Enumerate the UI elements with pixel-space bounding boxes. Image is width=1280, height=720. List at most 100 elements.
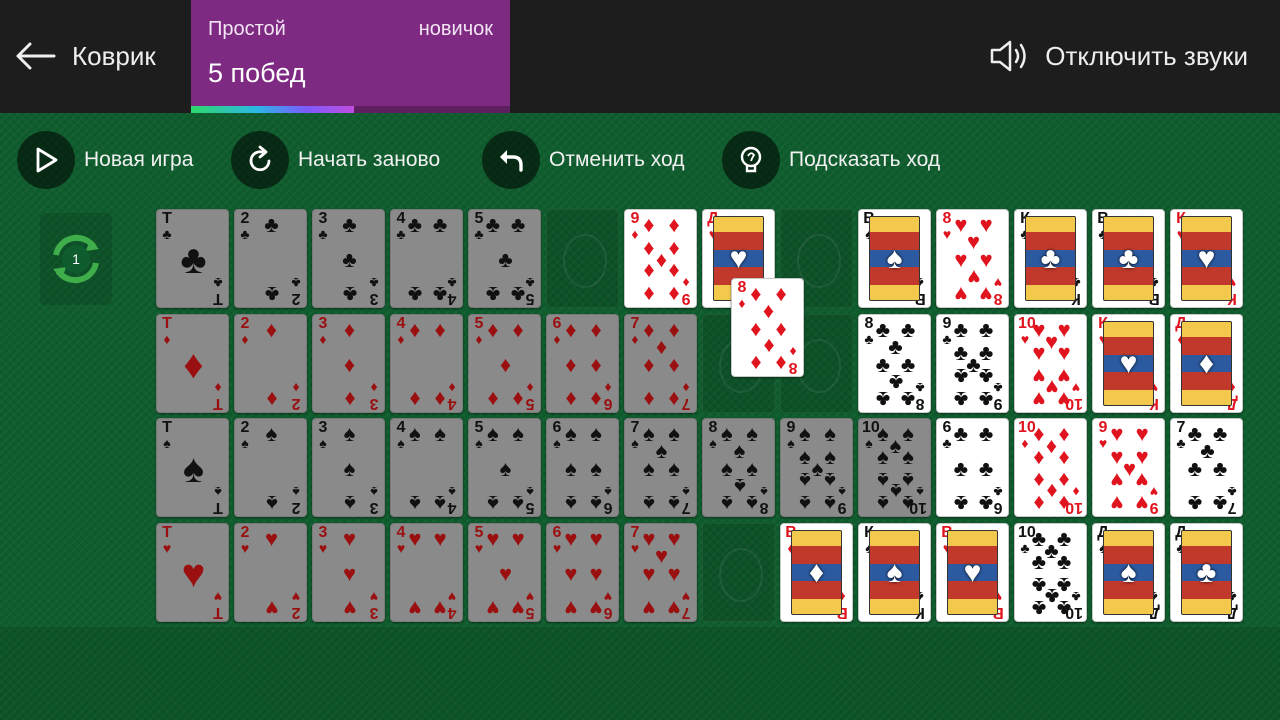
playing-card[interactable]: 2 ♣ 2 ♣ ♣ ♣ — [234, 209, 307, 308]
playing-card[interactable]: К♠К♠♠ — [858, 523, 931, 622]
suit-pip: ♣ — [264, 282, 279, 308]
empty-slot[interactable] — [546, 209, 619, 308]
suit-pip: ♣ — [342, 246, 357, 272]
playing-card[interactable]: 6 ♦ 6 ♦ ♦ ♦ ♦ ♦ ♦ ♦ — [546, 314, 619, 413]
playing-card[interactable]: 5 ♣ 5 ♣ ♣ ♣ ♣ ♣ ♣ — [468, 209, 541, 308]
card-pips: ♥ ♥ ♥ ♥ ♥ — [483, 527, 528, 621]
playing-card[interactable]: 7 ♥ 7 ♥ ♥ ♥ ♥ ♥ ♥ ♥ ♥ — [624, 523, 697, 622]
card-pips: ♠ — [171, 423, 216, 514]
redeal-counter[interactable]: 1 — [40, 213, 112, 305]
playing-card[interactable]: В♥В♥♥ — [936, 523, 1009, 622]
suit-pip: ♣ — [875, 387, 891, 413]
playing-card[interactable]: 6 ♥ 6 ♥ ♥ ♥ ♥ ♥ ♥ ♥ — [546, 523, 619, 622]
playing-card[interactable]: 9 ♦ 9 ♦ ♦ ♦ ♦ ♦ ♦ ♦ ♦ ♦ ♦ — [624, 209, 697, 308]
playing-card[interactable]: 8 ♠ 8 ♠ ♠ ♠ ♠ ♠ ♠ ♠ ♠ ♠ — [702, 418, 775, 517]
progress-fill — [191, 106, 354, 113]
playing-card[interactable]: 9 ♠ 9 ♠ ♠ ♠ ♠ ♠ ♠ ♠ ♠ ♠ ♠ — [780, 418, 853, 517]
court-figure: ♥ — [947, 530, 998, 615]
playing-card[interactable]: 3 ♥ 3 ♥ ♥ ♥ ♥ — [312, 523, 385, 622]
playing-card[interactable]: 9 ♥ 9 ♥ ♥ ♥ ♥ ♥ ♥ ♥ ♥ ♥ ♥ — [1092, 418, 1165, 517]
playing-card[interactable]: 10 ♣ 10 ♣ ♣ ♣ ♣ ♣ ♣ ♣ ♣ ♣ ♣ ♣ — [1014, 523, 1087, 622]
suit-pip: ♣ — [978, 387, 994, 413]
playing-card[interactable]: 6 ♣ 6 ♣ ♣ ♣ ♣ ♣ ♣ ♣ — [936, 418, 1009, 517]
playing-card[interactable]: Д♠Д♠♠ — [1092, 523, 1165, 622]
restart-button[interactable]: Начать заново — [231, 131, 440, 189]
suit-pip: ♠ — [799, 468, 811, 494]
restart-icon — [231, 131, 289, 189]
playing-card[interactable]: 7 ♣ 7 ♣ ♣ ♣ ♣ ♣ ♣ ♣ ♣ — [1170, 418, 1243, 517]
empty-slot[interactable] — [702, 523, 775, 622]
suit-pip: ♥ — [667, 560, 681, 586]
playing-card[interactable]: К♥К♥♥ — [1170, 209, 1243, 308]
suit-pip: ♠ — [343, 455, 356, 481]
playing-card[interactable]: Т ♥ Т ♥ ♥ — [156, 523, 229, 622]
suit-pip: ♣ — [510, 282, 526, 308]
playing-card[interactable]: Т ♣ Т ♣ ♣ — [156, 209, 229, 308]
suit-pip: ♦ — [499, 351, 512, 377]
playing-card[interactable]: 4 ♣ 4 ♣ ♣ ♣ ♣ ♣ — [390, 209, 463, 308]
hint-button[interactable]: Подсказать ход — [722, 131, 940, 189]
playing-card[interactable]: 5 ♠ 5 ♠ ♠ ♠ ♠ ♠ ♠ — [468, 418, 541, 517]
suit-pip: ♥ — [667, 596, 681, 622]
playing-card[interactable]: В♣В♣♣ — [1092, 209, 1165, 308]
playing-card[interactable]: 7 ♠ 7 ♠ ♠ ♠ ♠ ♠ ♠ ♠ ♠ — [624, 418, 697, 517]
playing-card[interactable]: К♥К♥♥ — [1092, 314, 1165, 413]
back-button[interactable]: Коврик — [14, 36, 156, 76]
card-pips: ♠ ♠ ♠ ♠ ♠ ♠ ♠ ♠ — [717, 422, 762, 516]
playing-card[interactable]: 5 ♥ 5 ♥ ♥ ♥ ♥ ♥ ♥ — [468, 523, 541, 622]
playing-card[interactable]: Д♦Д♦♦ — [1170, 314, 1243, 413]
playing-card[interactable]: 2 ♥ 2 ♥ ♥ ♥ — [234, 523, 307, 622]
new-game-label: Новая игра — [84, 148, 194, 171]
mute-sound-button[interactable]: Отключить звуки — [989, 38, 1248, 74]
playing-card[interactable]: В♦В♦♦ — [780, 523, 853, 622]
suit-pip: ♣ — [1056, 596, 1072, 622]
undo-button[interactable]: Отменить ход — [482, 131, 685, 189]
suit-pip: ♠ — [499, 455, 512, 481]
suit-pip: ♥ — [408, 525, 422, 551]
suit-pip: ♠ — [799, 443, 811, 469]
playing-card[interactable]: 9 ♣ 9 ♣ ♣ ♣ ♣ ♣ ♣ ♣ ♣ ♣ ♣ — [936, 314, 1009, 413]
playing-card[interactable]: 4 ♦ 4 ♦ ♦ ♦ ♦ ♦ — [390, 314, 463, 413]
court-figure: ♥ — [1103, 321, 1154, 406]
playing-card[interactable]: 4 ♥ 4 ♥ ♥ ♥ ♥ ♥ — [390, 523, 463, 622]
suit-pip: ♥ — [979, 211, 993, 237]
suit-pip: ♣ — [953, 316, 969, 342]
court-suit: ♠ — [886, 555, 903, 589]
suit-pip: ♥ — [1110, 443, 1124, 469]
suit-pip: ♠ — [877, 468, 889, 494]
playing-card[interactable]: 3 ♣ 3 ♣ ♣ ♣ ♣ — [312, 209, 385, 308]
playing-card[interactable]: 2 ♦ 2 ♦ ♦ ♦ — [234, 314, 307, 413]
playing-card[interactable]: 2 ♠ 2 ♠ ♠ ♠ — [234, 418, 307, 517]
playing-card[interactable]: 6 ♠ 6 ♠ ♠ ♠ ♠ ♠ ♠ ♠ — [546, 418, 619, 517]
suit-pip: ♥ — [1122, 455, 1137, 481]
card-pips: ♠ ♠ ♠ ♠ ♠ ♠ ♠ ♠ ♠ — [795, 420, 840, 516]
suit-pip: ♣ — [978, 339, 994, 365]
new-game-button[interactable]: Новая игра — [17, 131, 193, 189]
playing-card[interactable]: 10 ♦ 10 ♦ ♦ ♦ ♦ ♦ ♦ ♦ ♦ ♦ ♦ ♦ — [1014, 418, 1087, 517]
suit-pip: ♣ — [485, 282, 501, 308]
court-suit: ♣ — [1196, 555, 1217, 589]
playing-card[interactable]: Т ♦ Т ♦ ♦ — [156, 314, 229, 413]
playing-card[interactable]: 4 ♠ 4 ♠ ♠ ♠ ♠ ♠ — [390, 418, 463, 517]
suit-pip: ♥ — [654, 543, 669, 569]
playing-card[interactable]: 5 ♦ 5 ♦ ♦ ♦ ♦ ♦ ♦ — [468, 314, 541, 413]
suit-pip: ♥ — [642, 596, 656, 622]
suit-pip: ♥ — [342, 596, 357, 622]
playing-card[interactable]: Т ♠ Т ♠ ♠ — [156, 418, 229, 517]
playing-card[interactable]: 7 ♦ 7 ♦ ♦ ♦ ♦ ♦ ♦ ♦ ♦ — [624, 314, 697, 413]
playing-card[interactable]: К♣К♣♣ — [1014, 209, 1087, 308]
playing-card[interactable]: 8 ♣ 8 ♣ ♣ ♣ ♣ ♣ ♣ ♣ ♣ ♣ — [858, 314, 931, 413]
suit-pip: ♠ — [799, 420, 811, 446]
card-pips: ♦ ♦ ♦ ♦ ♦ ♦ ♦ — [639, 318, 684, 412]
playing-card[interactable]: 8 ♥ 8 ♥ ♥ ♥ ♥ ♥ ♥ ♥ ♥ ♥ — [936, 209, 1009, 308]
suit-pip: ♥ — [433, 525, 447, 551]
speaker-icon — [991, 40, 1027, 72]
playing-card[interactable]: 3 ♦ 3 ♦ ♦ ♦ ♦ — [312, 314, 385, 413]
playing-card[interactable]: Д♣Д♣♣ — [1170, 523, 1243, 622]
dragged-card[interactable]: 8 ♦ 8 ♦ ♦ ♦ ♦ ♦ ♦ ♦ ♦ ♦ — [731, 278, 804, 377]
playing-card[interactable]: 10 ♠ 10 ♠ ♠ ♠ ♠ ♠ ♠ ♠ ♠ ♠ ♠ ♠ — [858, 418, 931, 517]
playing-card[interactable]: 3 ♠ 3 ♠ ♠ ♠ ♠ — [312, 418, 385, 517]
suit-pip: ♥ — [966, 229, 981, 255]
playing-card[interactable]: 10 ♥ 10 ♥ ♥ ♥ ♥ ♥ ♥ ♥ ♥ ♥ ♥ ♥ — [1014, 314, 1087, 413]
playing-card[interactable]: В♠В♠♠ — [858, 209, 931, 308]
